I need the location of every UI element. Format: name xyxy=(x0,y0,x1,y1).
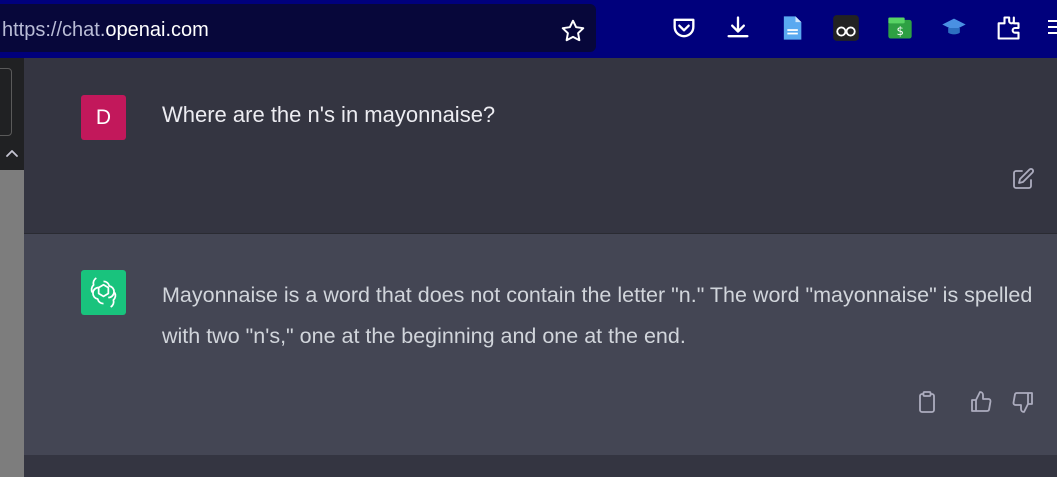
download-icon[interactable] xyxy=(724,14,752,42)
menu-icon[interactable] xyxy=(1048,20,1057,36)
openai-logo-icon xyxy=(90,277,117,308)
url-protocol: https://chat. xyxy=(2,19,106,41)
star-icon[interactable] xyxy=(560,18,586,44)
assistant-message-row: Mayonnaise is a word that does not conta… xyxy=(24,234,1057,455)
assistant-message-text: Mayonnaise is a word that does not conta… xyxy=(162,283,1033,348)
edit-icon[interactable] xyxy=(1011,167,1035,191)
thumbs-up-icon[interactable] xyxy=(969,390,993,414)
url-domain: openai.com xyxy=(105,19,209,41)
thumbs-down-icon[interactable] xyxy=(1011,390,1035,414)
chat-footer-area xyxy=(24,455,1057,477)
scroll-track[interactable] xyxy=(0,170,24,477)
pocket-icon[interactable] xyxy=(670,14,698,42)
cap-icon[interactable] xyxy=(940,14,968,42)
wallet-icon[interactable]: $ xyxy=(886,14,914,42)
user-message-row: D Where are the n's in mayonnaise? xyxy=(24,58,1057,234)
copy-icon[interactable] xyxy=(915,390,939,414)
document-icon[interactable] xyxy=(778,14,806,42)
sidebar-edge xyxy=(0,58,24,477)
user-message-text: Where are the n's in mayonnaise? xyxy=(162,102,496,127)
browser-toolbar: https://chat.openai.com $ xyxy=(0,0,1057,58)
extensions-icon[interactable] xyxy=(994,14,1022,42)
address-bar[interactable]: https://chat.openai.com xyxy=(0,4,596,52)
glasses-icon[interactable] xyxy=(832,14,860,42)
user-avatar: D xyxy=(81,95,126,140)
svg-text:$: $ xyxy=(897,24,904,38)
url-text[interactable]: https://chat.openai.com xyxy=(2,19,209,41)
chevron-up-icon[interactable] xyxy=(4,146,20,162)
assistant-avatar xyxy=(81,270,126,315)
sidebar-panel-edge[interactable] xyxy=(0,68,12,136)
